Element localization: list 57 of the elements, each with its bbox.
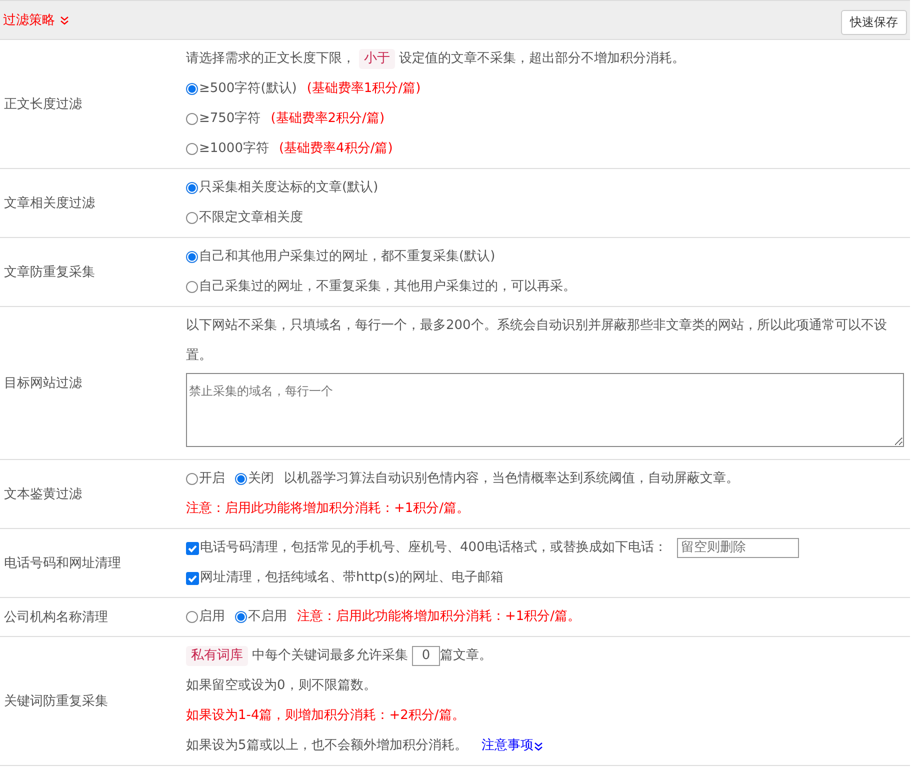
highlight-tag: 小于 <box>359 49 395 69</box>
checkbox-option[interactable]: 电话号码清理，包括常见的手机号、座机号、400电话格式，或替换成如下电话： <box>186 533 667 563</box>
radio-icon[interactable] <box>235 473 247 485</box>
number-input-field[interactable]: 0 <box>412 646 440 666</box>
domain-textarea[interactable]: 禁止采集的域名，每行一个 <box>186 373 904 447</box>
chevron-icon <box>534 742 544 750</box>
radio-option[interactable]: 不启用 <box>235 602 287 632</box>
row-label: 文章相关度过滤 <box>3 195 96 212</box>
chevron-icon <box>60 16 69 24</box>
radio-option[interactable]: ≥1000字符 <box>186 134 269 164</box>
phone-input-field[interactable]: 留空则删除 <box>676 538 799 558</box>
description-text: 以下网站不采集，只填域名，每行一个，最多200个。系统会自动识别并屏蔽那些非文章类的网站，所以此项通常可以不设置。 <box>186 317 888 365</box>
row-label: 目标网站过滤 <box>3 375 83 392</box>
radio-icon[interactable] <box>186 143 198 155</box>
warning-text: 如果设为1-4篇，则增加积分消耗：+2积分/篇。 <box>186 707 465 725</box>
radio-icon[interactable] <box>186 113 198 125</box>
checkbox-icon[interactable] <box>186 572 199 584</box>
radio-option[interactable]: 不限定文章相关度 <box>186 203 303 233</box>
row-label: 关键词防重复采集 <box>3 693 109 710</box>
description-text: 设定值的文章不采集，超出部分不增加积分消耗。 <box>399 50 685 68</box>
description-text: 以机器学习算法自动识别色情内容，当色情概率达到系统阈值，自动屏蔽文章。 <box>284 470 739 488</box>
notes-link[interactable]: 注意事项 <box>481 731 544 761</box>
row-label: 正文长度过滤 <box>3 96 83 113</box>
radio-option[interactable]: 自己和其他用户采集过的网址，都不重复采集(默认) <box>186 242 496 272</box>
description-text: 中每个关键词最多允许采集 <box>252 647 408 665</box>
radio-option[interactable]: ≥750字符 <box>186 104 261 134</box>
row-label: 公司机构名称清理 <box>3 609 109 626</box>
radio-icon[interactable] <box>186 83 198 95</box>
radio-icon[interactable] <box>186 473 198 485</box>
description-text: 请选择需求的正文长度下限， <box>186 50 355 68</box>
radio-icon[interactable] <box>186 281 198 293</box>
radio-option[interactable]: 启用 <box>186 602 225 632</box>
row-label: 文本鉴黄过滤 <box>3 486 83 503</box>
warning-text: (基础费率4积分/篇) <box>278 140 393 158</box>
radio-icon[interactable] <box>186 611 198 623</box>
warning-text: 注意：启用此功能将增加积分消耗：+1积分/篇。 <box>186 500 470 518</box>
row-label: 电话号码和网址清理 <box>3 555 122 572</box>
radio-option[interactable]: 只采集相关度达标的文章(默认) <box>186 173 378 203</box>
description-text: 如果设为5篇或以上，也不会额外增加积分消耗。 <box>186 737 468 755</box>
checkbox-icon[interactable] <box>186 542 199 554</box>
warning-text: (基础费率2积分/篇) <box>270 110 385 128</box>
radio-icon[interactable] <box>235 611 247 623</box>
radio-option[interactable]: ≥500字符(默认) <box>186 74 297 104</box>
radio-option[interactable]: 开启 <box>186 464 225 494</box>
description-text: 如果留空或设为0，则不限篇数。 <box>186 677 376 695</box>
radio-option[interactable]: 自己采集过的网址，不重复采集，其他用户采集过的，可以再采。 <box>186 272 576 302</box>
radio-icon[interactable] <box>186 212 198 224</box>
warning-text: 注意：启用此功能将增加积分消耗：+1积分/篇。 <box>297 608 581 626</box>
checkbox-option[interactable]: 网址清理，包括纯域名、带http(s)的网址、电子邮箱 <box>186 563 504 593</box>
highlight-tag: 私有词库 <box>186 646 248 666</box>
warning-text: (基础费率1积分/篇) <box>306 80 421 98</box>
radio-option[interactable]: 关闭 <box>235 464 274 494</box>
radio-icon[interactable] <box>186 251 198 263</box>
row-label: 文章防重复采集 <box>3 264 96 281</box>
description-text: 篇文章。 <box>440 647 492 665</box>
quick-save-button[interactable]: 快速保存 <box>841 10 907 34</box>
radio-icon[interactable] <box>186 182 198 194</box>
